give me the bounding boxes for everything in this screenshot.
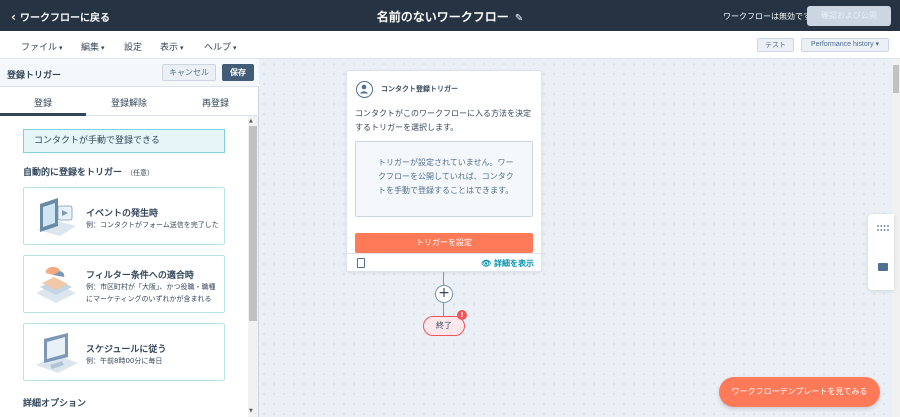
optional-label: （任意） bbox=[126, 169, 155, 177]
top-bar: ‹ ワークフローに戻る 名前のないワークフロー ✎ ワークフローは無効です 確認お… bbox=[0, 0, 900, 31]
caret-down-icon: ▾ bbox=[875, 41, 880, 48]
panel-tabs: 登録 登録解除 再登録 bbox=[0, 87, 259, 116]
scroll-up-arrow-icon[interactable]: ▲ bbox=[249, 118, 253, 124]
caret-down-icon: ▾ bbox=[101, 44, 105, 52]
tab-enroll[interactable]: 登録 bbox=[0, 96, 86, 109]
review-and-publish-button[interactable]: 確認および公開 bbox=[807, 6, 891, 26]
workflow-status: ワークフローは無効です bbox=[723, 12, 811, 21]
menu-settings[interactable]: 設定 bbox=[124, 40, 142, 53]
enrollment-trigger-panel: 登録トリガー キャンセル 保存 登録 登録解除 再登録 コンタクトが手動で登録で… bbox=[0, 59, 259, 417]
caret-down-icon: ▾ bbox=[233, 44, 237, 52]
caret-down-icon: ▾ bbox=[59, 44, 63, 52]
alert-badge: ! bbox=[457, 310, 467, 320]
schedule-trigger-option[interactable]: スケジュールに従う 例：午前8時00分に毎日 bbox=[23, 323, 225, 381]
menu-help-label: ヘルプ bbox=[204, 43, 232, 53]
pencil-icon[interactable]: ✎ bbox=[515, 13, 523, 24]
tab-reenroll[interactable]: 再登録 bbox=[172, 96, 259, 109]
side-tools-panel bbox=[868, 214, 894, 290]
caret-down-icon: ▾ bbox=[180, 44, 184, 52]
performance-history-button[interactable]: Performance history ▾ bbox=[801, 38, 889, 52]
active-tab-indicator bbox=[0, 113, 86, 116]
back-to-workflows-link[interactable]: ‹ ワークフローに戻る bbox=[11, 9, 110, 25]
canvas-scrollbar-thumb[interactable] bbox=[893, 65, 899, 93]
auto-trigger-title-text: 自動的に登録をトリガー bbox=[23, 168, 123, 178]
filter-illustration-icon bbox=[36, 266, 76, 303]
schedule-trigger-desc: 例：午前8時00分に毎日 bbox=[86, 357, 163, 365]
workflow-title-text[interactable]: 名前のないワークフロー bbox=[377, 10, 509, 24]
chevron-left-icon: ‹ bbox=[11, 9, 16, 24]
event-trigger-title: イベントの発生時 bbox=[86, 209, 159, 219]
chat-icon[interactable] bbox=[878, 263, 888, 271]
tab-unenroll[interactable]: 登録解除 bbox=[86, 96, 172, 109]
schedule-illustration-icon bbox=[36, 333, 78, 373]
eye-icon: 👁 bbox=[481, 259, 492, 268]
performance-history-label: Performance history bbox=[810, 41, 874, 48]
menu-view[interactable]: 表示 ▾ bbox=[160, 40, 184, 53]
auto-trigger-section-title: 自動的に登録をトリガー （任意） bbox=[23, 165, 154, 178]
view-workflow-templates-button[interactable]: ワークフローテンプレートを見てみる bbox=[719, 377, 880, 407]
menu-edit[interactable]: 編集 ▾ bbox=[81, 40, 105, 53]
panel-scrollbar-thumb[interactable] bbox=[249, 126, 257, 321]
manual-enroll-notice: コンタクトが手動で登録できる bbox=[23, 129, 225, 153]
filter-criteria-desc-line1: 例：市区町村が「大阪」、かつ役職・職種 bbox=[86, 283, 216, 291]
trigger-card-footer: 👁 詳細を表示 bbox=[347, 253, 543, 272]
view-details-label: 詳細を表示 bbox=[493, 259, 534, 268]
filter-criteria-desc-line2: にマーケティングのいずれかが含まれる bbox=[86, 295, 212, 303]
back-link-label: ワークフローに戻る bbox=[19, 13, 110, 24]
event-trigger-option[interactable]: イベントの発生時 例：コンタクトがフォーム送信を完了した bbox=[23, 187, 225, 245]
menu-view-label: 表示 bbox=[160, 43, 179, 53]
panel-header: 登録トリガー キャンセル 保存 bbox=[0, 59, 259, 87]
advanced-options-title[interactable]: 詳細オプション bbox=[23, 396, 86, 409]
filter-criteria-title: フィルター条件への適合時 bbox=[86, 271, 194, 281]
filter-criteria-option[interactable]: フィルター条件への適合時 例：市区町村が「大阪」、かつ役職・職種 にマーケティン… bbox=[23, 255, 225, 313]
cancel-button[interactable]: キャンセル bbox=[162, 64, 216, 81]
scroll-down-arrow-icon[interactable]: ▼ bbox=[249, 408, 253, 414]
enrollment-trigger-card[interactable]: コンタクト登録トリガー コンタクトがこのワークフローに入る方法を決定するトリガー… bbox=[346, 70, 543, 272]
menu-file[interactable]: ファイル ▾ bbox=[21, 40, 63, 53]
grid-icon[interactable] bbox=[877, 225, 889, 231]
schedule-trigger-title: スケジュールに従う bbox=[86, 345, 167, 355]
set-trigger-button[interactable]: トリガーを設定 bbox=[355, 233, 533, 253]
menu-edit-label: 編集 bbox=[81, 43, 100, 53]
test-button[interactable]: テスト bbox=[757, 38, 794, 52]
clipboard-icon[interactable] bbox=[357, 258, 365, 268]
event-trigger-desc: 例：コンタクトがフォーム送信を完了した bbox=[86, 221, 219, 229]
user-icon bbox=[356, 81, 373, 98]
trigger-card-title: コンタクト登録トリガー bbox=[381, 85, 458, 93]
add-action-button[interactable]: + bbox=[435, 285, 453, 303]
menu-settings-label: 設定 bbox=[124, 43, 143, 53]
menu-help[interactable]: ヘルプ ▾ bbox=[204, 40, 237, 53]
event-illustration-icon bbox=[38, 198, 76, 236]
panel-title: 登録トリガー bbox=[7, 71, 62, 81]
menu-file-label: ファイル bbox=[21, 43, 58, 53]
view-details-link[interactable]: 👁 詳細を表示 bbox=[481, 258, 534, 269]
no-trigger-message: トリガーが設定されていません。ワークフローを公開していれば、コンタクトを手動で登… bbox=[355, 141, 533, 217]
save-button[interactable]: 保存 bbox=[222, 64, 254, 81]
trigger-card-description: コンタクトがこのワークフローに入る方法を決定するトリガーを選択します。 bbox=[355, 109, 531, 132]
